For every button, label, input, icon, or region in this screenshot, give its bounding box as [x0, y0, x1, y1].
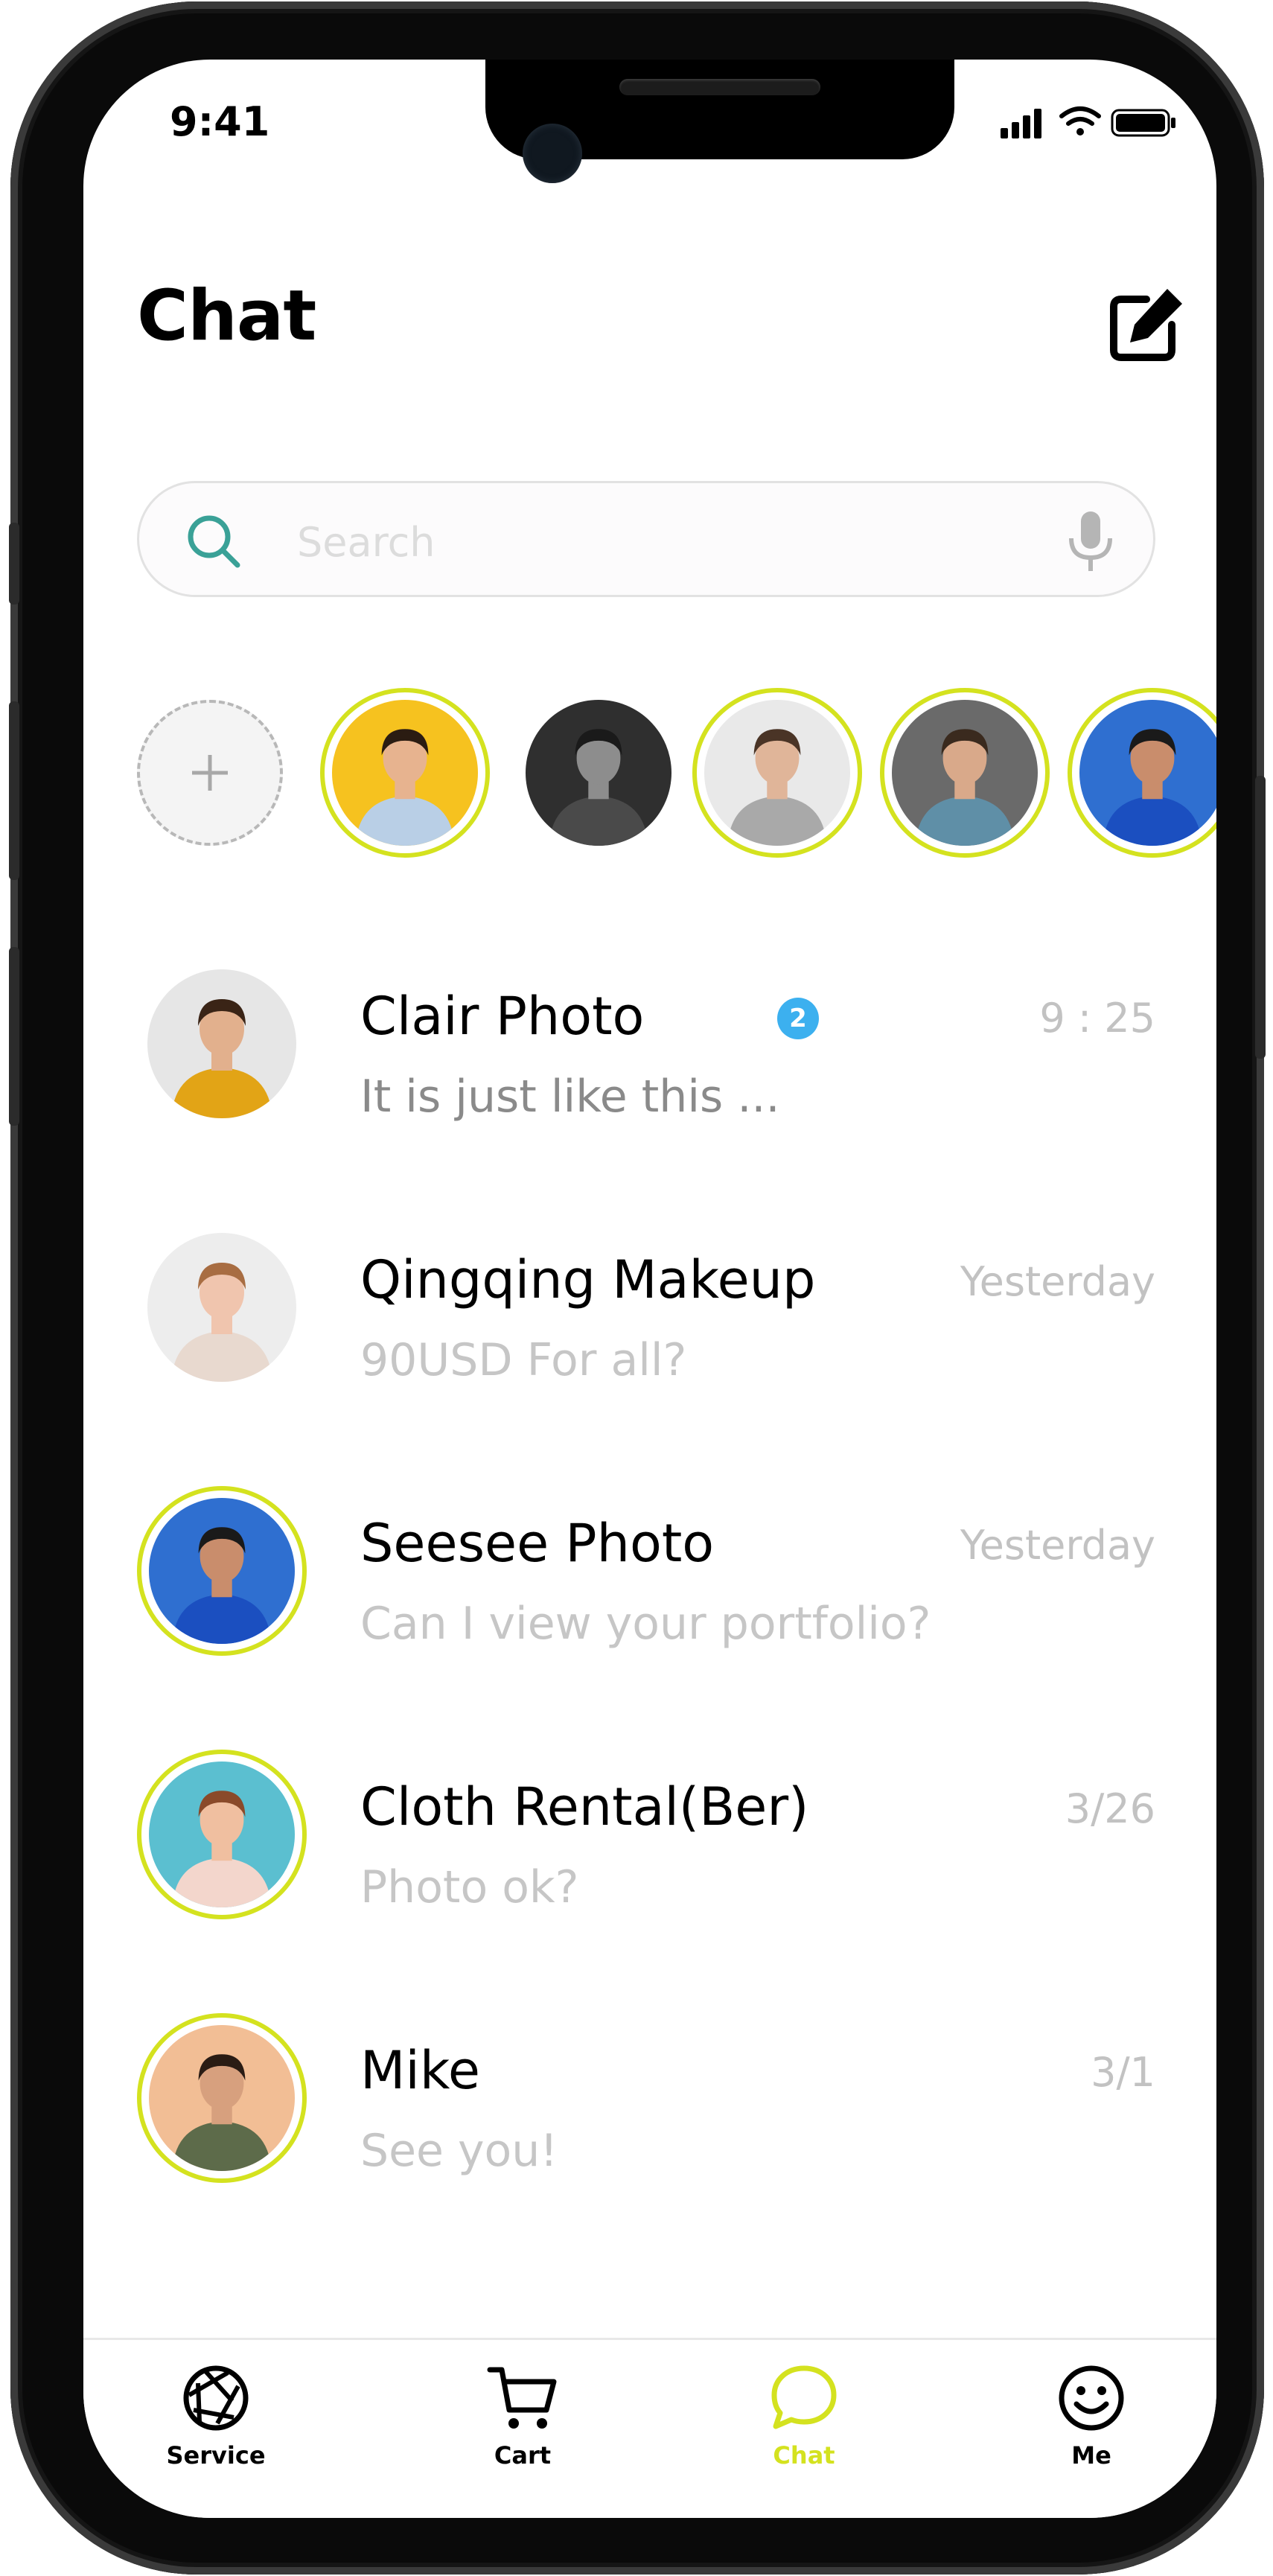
add-story-button[interactable] [137, 700, 283, 846]
story-avatar[interactable] [692, 688, 862, 858]
status-icons [1001, 106, 1175, 138]
chat-item-cloth-rental[interactable]: Cloth Rental(Ber) 3/26 Photo ok? [137, 1750, 1155, 1936]
tab-label: Me [1071, 2441, 1111, 2470]
mute-switch [9, 523, 19, 605]
chat-time: 3/1 [1091, 2049, 1155, 2096]
tab-service[interactable]: Service [141, 2361, 290, 2487]
portrait-illustration [704, 700, 850, 846]
status-time: 9:41 [170, 98, 270, 145]
chat-item-seesee-photo[interactable]: Seesee Photo Yesterday Can I view your p… [137, 1486, 1155, 1672]
chat-preview: Photo ok? [360, 1861, 579, 1913]
cart-icon [487, 2367, 557, 2429]
avatar [137, 959, 307, 1129]
chat-name: Qingqing Makeup [360, 1249, 816, 1310]
tab-label: Cart [494, 2441, 552, 2470]
avatar [137, 2013, 307, 2183]
avatar [137, 1750, 307, 1919]
avatar [137, 1486, 307, 1656]
chat-bubble-icon [771, 2365, 837, 2429]
avatar [1079, 700, 1216, 846]
story-avatar[interactable] [1068, 688, 1216, 858]
unread-badge: 2 [777, 998, 819, 1039]
battery-icon [1111, 109, 1175, 137]
plus-icon [192, 755, 228, 791]
chat-preview: It is just like this ... [360, 1071, 780, 1123]
chat-time: 3/26 [1065, 1785, 1155, 1832]
chat-time: Yesterday [960, 1258, 1155, 1305]
aperture-icon [183, 2365, 249, 2431]
tab-cart[interactable]: Cart [448, 2361, 597, 2487]
search-input[interactable] [296, 513, 1043, 571]
tab-label: Service [166, 2441, 266, 2470]
story-avatar[interactable] [514, 688, 683, 858]
avatar [704, 700, 850, 846]
portrait-illustration [892, 700, 1038, 846]
tab-me[interactable]: Me [1017, 2361, 1166, 2487]
chat-preview: 90USD For all? [360, 1334, 687, 1386]
chat-name: Mike [360, 2040, 480, 2101]
smiley-icon [1059, 2365, 1124, 2431]
wifi-icon [1059, 106, 1101, 136]
portrait-illustration [149, 2025, 295, 2171]
page-title: Chat [137, 275, 316, 357]
search-icon [188, 515, 240, 568]
portrait-illustration [149, 1762, 295, 1907]
front-camera [523, 124, 582, 183]
cellular-signal-icon [1001, 109, 1041, 138]
avatar [892, 700, 1038, 846]
phone-frame: 9:41 Chat Search Clair Photo 2 9: 25 It… [9, 1, 1266, 2575]
chat-preview: See you! [360, 2125, 558, 2177]
chat-item-mike[interactable]: Mike 3/1 See you! [137, 2013, 1155, 2199]
tab-chat[interactable]: Chat [730, 2361, 878, 2487]
portrait-illustration [332, 700, 478, 846]
avatar [526, 700, 671, 846]
portrait-illustration [1079, 700, 1216, 846]
chat-name: Cloth Rental(Ber) [360, 1776, 809, 1837]
chat-item-clair-photo[interactable]: Clair Photo 2 9 : 25 It is just like thi… [137, 959, 1155, 1145]
compose-icon[interactable] [1105, 284, 1187, 366]
portrait-illustration [147, 969, 296, 1118]
avatar [332, 700, 478, 846]
story-avatar[interactable] [320, 688, 490, 858]
volume-up-button [9, 701, 19, 880]
microphone-icon[interactable] [1061, 510, 1120, 573]
volume-down-button [9, 947, 19, 1126]
power-button [1255, 776, 1266, 1059]
stories-row [137, 688, 1216, 859]
chat-item-qingqing-makeup[interactable]: Qingqing Makeup Yesterday 90USD For all? [137, 1222, 1155, 1409]
speaker-grille [619, 79, 820, 95]
tab-bar: Service Cart Chat Me [83, 2338, 1216, 2518]
story-avatar[interactable] [880, 688, 1050, 858]
chat-time: Yesterday [960, 1522, 1155, 1569]
tab-label: Chat [773, 2441, 835, 2470]
portrait-illustration [149, 1498, 295, 1644]
chat-time: 9 : 25 [1039, 995, 1155, 1042]
portrait-illustration [147, 1233, 296, 1382]
screen: 9:41 Chat Search Clair Photo 2 9: 25 It… [83, 60, 1216, 2518]
portrait-illustration [526, 700, 671, 846]
chat-preview: Can I view your portfolio? [360, 1598, 931, 1650]
chat-name: Clair Photo [360, 986, 645, 1047]
avatar [137, 1222, 307, 1392]
chat-name: Seesee Photo [360, 1513, 715, 1574]
search-bar[interactable] [137, 481, 1155, 597]
